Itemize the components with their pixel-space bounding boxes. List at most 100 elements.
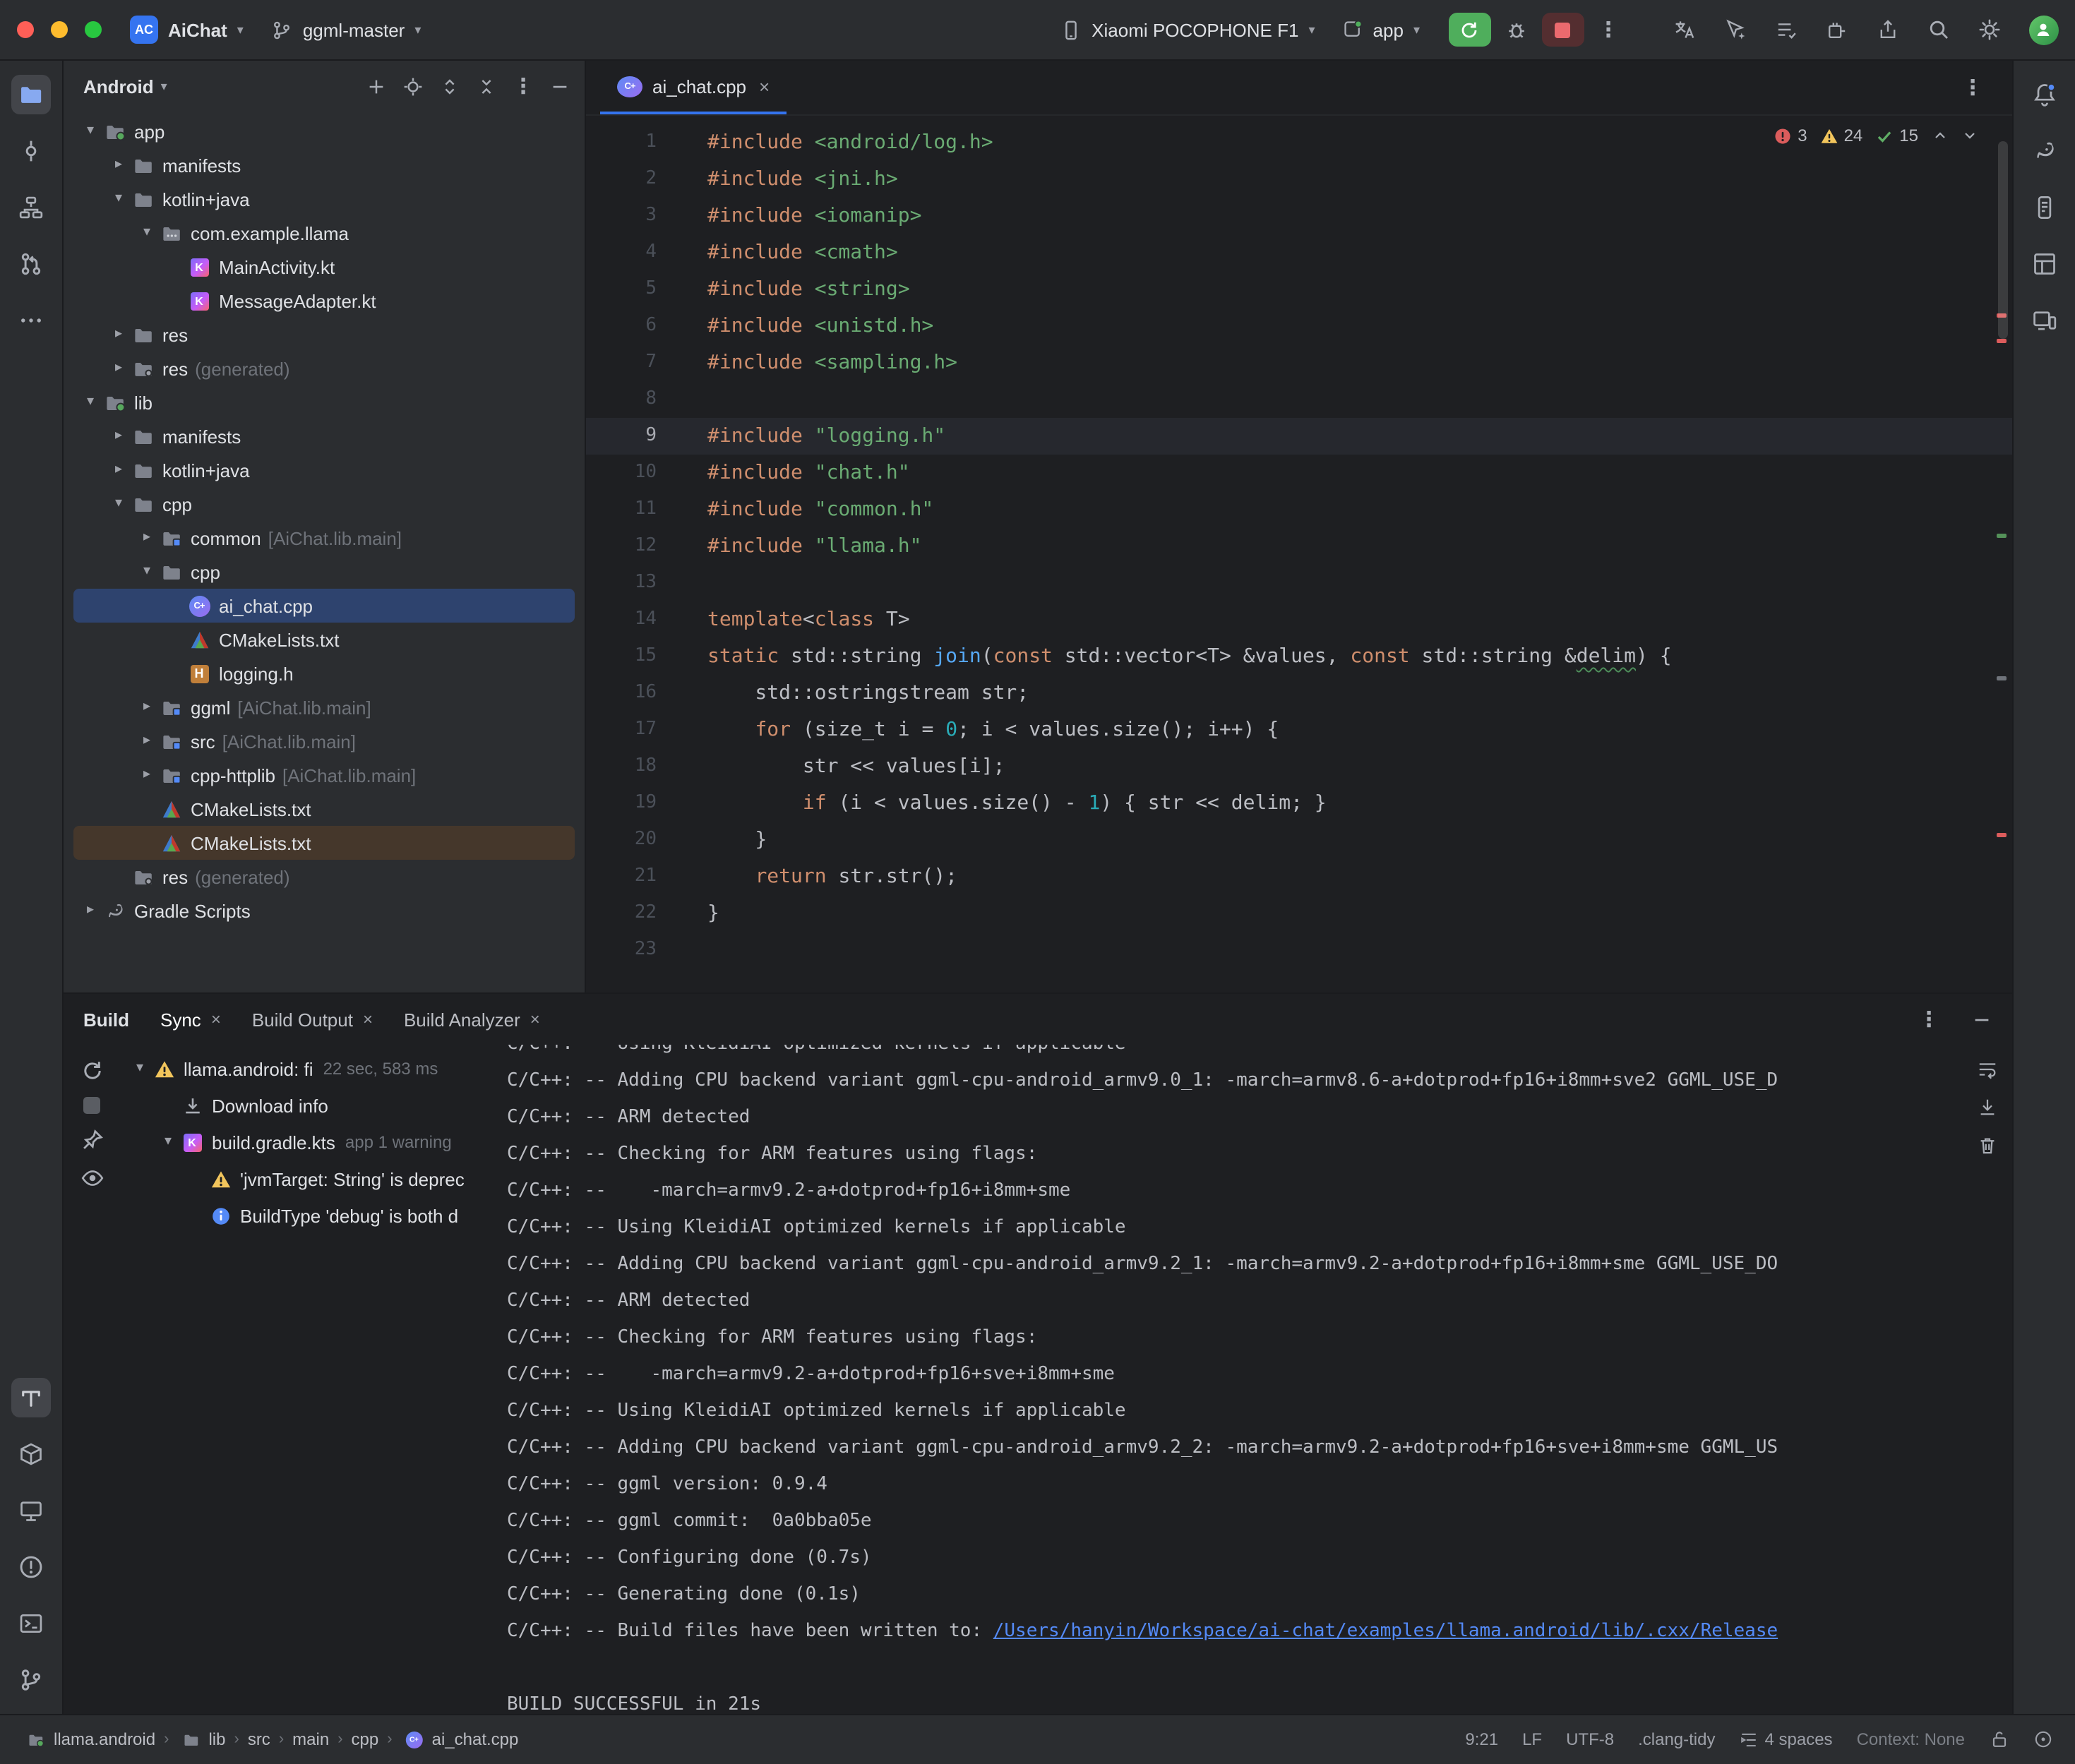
pull-requests-tool-button[interactable] [11,244,51,284]
line-ending[interactable]: LF [1522,1729,1542,1749]
project-widget[interactable]: AC AiChat ▾ [119,10,255,49]
prev-problem-icon[interactable] [1931,127,1948,144]
build-tab-build-analyzer[interactable]: Build Analyzer× [404,1009,540,1030]
scroll-to-end-icon[interactable] [1976,1097,1997,1118]
add-icon[interactable] [366,76,387,97]
project-tree-item-res[interactable]: ▸res(generated) [73,352,575,385]
device-selector[interactable]: Xiaomi POCOPHONE F1 ▾ [1049,13,1326,46]
code-line-19[interactable]: 19 if (i < values.size() - 1) { str << d… [586,785,2011,822]
build-console[interactable]: C/C++: -- Using KleidiAI optimized kerne… [501,1045,2011,1713]
rerun-button[interactable] [1448,13,1490,47]
stripe-mark[interactable] [1996,534,2006,538]
close-tab-icon[interactable]: × [211,1009,221,1029]
caret-position[interactable]: 9:21 [1465,1729,1498,1749]
options-kebab-icon[interactable]: ⋮ [513,73,534,99]
device-explorer-tool-button[interactable] [2024,188,2064,227]
soft-wrap-icon[interactable] [1976,1059,1997,1080]
code-editor[interactable]: 1#include <android/log.h>2#include <jni.… [586,116,2011,992]
project-tree-item-gradle-scripts[interactable]: ▸Gradle Scripts [73,894,575,928]
build-options-kebab-icon[interactable]: ⋮ [1910,1007,1948,1032]
build-panel-title[interactable]: Build [83,1009,129,1030]
project-tree-item-app[interactable]: ▾app [73,114,575,148]
structure-tool-button[interactable] [11,188,51,227]
locate-file-icon[interactable] [402,76,424,97]
project-tool-button[interactable] [11,75,51,114]
chevron-collapsed-icon[interactable]: ▸ [107,429,130,443]
project-tree-item-cpp[interactable]: ▾cpp [73,487,575,521]
build-tree-item-buildtype-debug-is-both-d[interactable]: BuildType 'debug' is both d [120,1197,501,1234]
project-tree-item-mainactivity-kt[interactable]: KMainActivity.kt [73,250,575,284]
project-tree-item-manifests[interactable]: ▸manifests [73,148,575,182]
project-tree-item-com-example-llama[interactable]: ▾com.example.llama [73,216,575,250]
problems-tool-button[interactable] [11,1547,51,1586]
chevron-expanded-icon[interactable]: ▾ [157,1135,179,1149]
clear-console-icon[interactable] [1976,1135,1997,1156]
code-line-21[interactable]: 21 return str.str(); [586,858,2011,895]
breadcrumb-llama-android[interactable]: llama.android [23,1729,155,1750]
user-avatar[interactable] [2028,15,2058,44]
inspections-toggle-icon[interactable] [2033,1729,2052,1749]
code-line-14[interactable]: 14template<class T> [586,601,2011,638]
notifications-tool-button[interactable] [2024,75,2064,114]
code-line-22[interactable]: 22} [586,895,2011,932]
project-tree-item-ai-chat-cpp[interactable]: C+ai_chat.cpp [73,589,575,623]
editor-scrollbar[interactable] [1997,141,2007,339]
project-tree-item-manifests[interactable]: ▸manifests [73,419,575,453]
code-line-11[interactable]: 11#include "common.h" [586,491,2011,528]
breadcrumb-main[interactable]: main [292,1729,329,1749]
project-tree-item-logging-h[interactable]: Hlogging.h [73,656,575,690]
running-devices-tool-button[interactable] [2024,301,2064,340]
more-tools-button[interactable] [11,301,51,340]
code-line-20[interactable]: 20 } [586,822,2011,858]
breadcrumb-src[interactable]: src [248,1729,270,1749]
code-line-10[interactable]: 10#include "chat.h" [586,455,2011,491]
indent-widget[interactable]: 4 spaces [1740,1729,1833,1749]
editor-tab-ai-chat-cpp[interactable]: C+ ai_chat.cpp × [600,61,787,114]
code-line-6[interactable]: 6#include <unistd.h> [586,308,2011,344]
translate-icon[interactable] [1664,11,1704,48]
code-line-23[interactable]: 23 [586,932,2011,968]
code-line-17[interactable]: 17 for (size_t i = 0; i < values.size();… [586,712,2011,748]
project-tree-item-cmakelists-txt[interactable]: CMakeLists.txt [73,792,575,826]
commit-tool-button[interactable] [11,131,51,171]
rerun-sync-icon[interactable] [80,1059,104,1083]
build-tree-item-build-gradle-kts[interactable]: ▾Kbuild.gradle.ktsapp 1 warning [120,1124,501,1160]
breadcrumb-cpp[interactable]: cpp [352,1729,379,1749]
code-line-9[interactable]: 9#include "logging.h" [586,418,2011,455]
code-line-2[interactable]: 2#include <jni.h> [586,161,2011,198]
project-tree-item-cpp-httplib[interactable]: ▸cpp-httplib[AiChat.lib.main] [73,758,575,792]
code-line-13[interactable]: 13 [586,565,2011,601]
ai-assistant-icon[interactable] [1715,11,1754,48]
chevron-expanded-icon[interactable]: ▾ [79,124,102,138]
collapse-all-icon[interactable] [476,76,497,97]
chevron-collapsed-icon[interactable]: ▸ [107,158,130,172]
gradle-tool-button[interactable] [2024,131,2064,171]
warnings-count[interactable]: 24 [1820,126,1863,145]
chevron-collapsed-icon[interactable]: ▸ [136,700,158,714]
code-line-16[interactable]: 16 std::ostringstream str; [586,675,2011,712]
project-tree-item-res[interactable]: res(generated) [73,860,575,894]
pin-icon[interactable] [80,1128,104,1152]
terminal-tool-button[interactable] [11,1603,51,1643]
next-problem-icon[interactable] [1961,127,1978,144]
build-tree-item-download-info[interactable]: Download info [120,1087,501,1124]
errors-count[interactable]: 3 [1774,126,1807,145]
code-line-3[interactable]: 3#include <iomanip> [586,198,2011,234]
share-icon[interactable] [1867,11,1907,48]
debug-button[interactable] [1496,11,1536,48]
chevron-expanded-icon[interactable]: ▾ [136,565,158,579]
close-tab-icon[interactable]: × [363,1009,373,1029]
stripe-mark[interactable] [1996,833,2006,837]
project-tree-item-cmakelists-txt[interactable]: CMakeLists.txt [73,623,575,656]
code-line-12[interactable]: 12#include "llama.h" [586,528,2011,565]
code-line-5[interactable]: 5#include <string> [586,271,2011,308]
project-tree-item-common[interactable]: ▸common[AiChat.lib.main] [73,521,575,555]
chevron-collapsed-icon[interactable]: ▸ [107,328,130,342]
project-tree-item-cmakelists-txt[interactable]: CMakeLists.txt [73,826,575,860]
settings-icon[interactable] [1969,11,2009,48]
chevron-collapsed-icon[interactable]: ▸ [107,361,130,376]
build-tab-sync[interactable]: Sync× [160,1009,221,1030]
minimize-panel-icon[interactable] [1971,1009,1992,1030]
hide-panel-icon[interactable] [549,76,570,97]
chevron-expanded-icon[interactable]: ▾ [107,192,130,206]
